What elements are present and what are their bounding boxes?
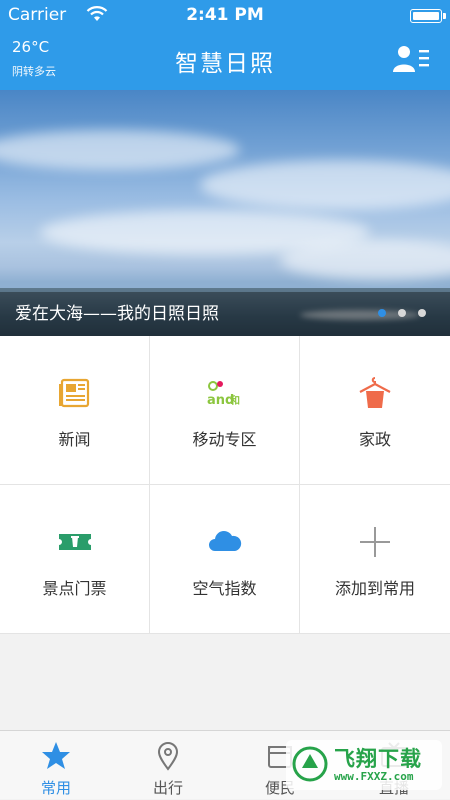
plus-icon [360,527,390,557]
grid-item-tickets[interactable]: 景点门票 [0,485,150,634]
status-bar: Carrier 2:41 PM [0,0,450,30]
cloud-shape [200,160,450,210]
carousel-indicator[interactable] [378,309,426,317]
grid-item-housekeeping[interactable]: 家政 [300,336,450,485]
watermark-url: www.FXXZ.com [334,770,414,783]
user-menu-icon[interactable] [392,44,432,74]
grid-item-news[interactable]: 新闻 [0,336,150,485]
grid-item-label: 新闻 [58,430,91,449]
carousel-dot[interactable] [398,309,406,317]
banner-carousel[interactable]: 爱在大海——我的日照日照 [0,90,450,336]
grid-item-mobile-zone[interactable]: and 和 移动专区 [150,336,300,485]
star-icon [42,742,70,769]
location-pin-icon [157,742,179,771]
banner-caption: 爱在大海——我的日照日照 [15,304,219,324]
grid-item-label: 移动专区 [192,430,257,449]
watermark-logo-icon [292,746,328,782]
newspaper-icon [58,378,89,408]
cloud-icon [208,531,241,551]
cloud-shape [280,240,450,280]
ticket-icon [58,534,91,550]
status-time: 2:41 PM [186,5,264,25]
grid-item-label: 家政 [358,430,391,449]
watermark: 飞翔下载 www.FXXZ.com [286,740,442,790]
svg-text:和: 和 [229,394,240,407]
tab-common[interactable]: 常用 [0,731,112,800]
and-he-icon: and 和 [207,381,240,408]
watermark-text: 飞翔下载 [334,747,422,771]
tab-label: 常用 [40,779,71,797]
tab-travel[interactable]: 出行 [112,731,224,800]
grid-item-label: 空气指数 [192,579,257,598]
clothes-hanger-icon [359,377,391,408]
grid-item-air-index[interactable]: 空气指数 [150,485,300,634]
page-title: 智慧日照 [175,51,275,77]
battery-fill [413,12,439,20]
grid-item-label: 景点门票 [42,579,107,598]
nav-header: 26°C 阴转多云 智慧日照 [0,30,450,90]
grid-item-add-favorite[interactable]: 添加到常用 [300,485,450,634]
feature-grid: 新闻 and 和 移动专区 家政 景点门票 空气指数 添加到常用 [0,336,450,634]
carousel-dot[interactable] [378,309,386,317]
tab-label: 出行 [152,779,183,797]
carousel-dot[interactable] [418,309,426,317]
cloud-shape [0,130,240,170]
grid-item-label: 添加到常用 [334,579,415,598]
battery-icon [410,9,446,23]
